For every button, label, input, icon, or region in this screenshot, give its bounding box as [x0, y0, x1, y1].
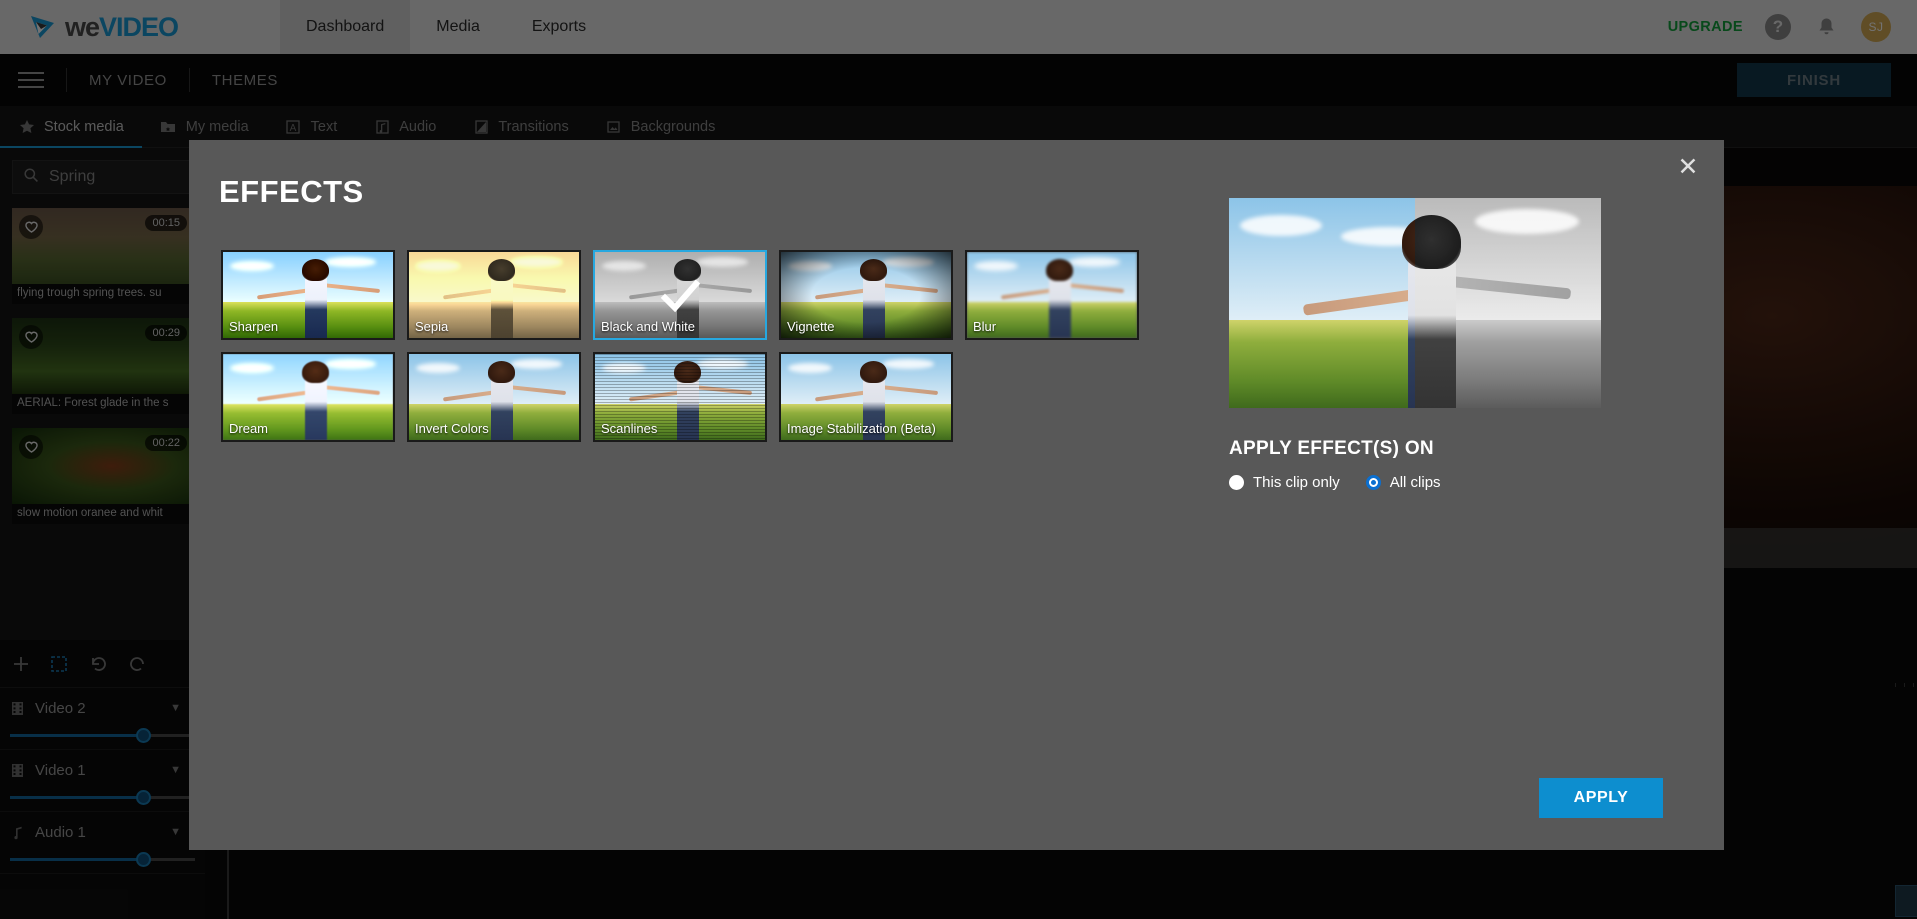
effects-modal: ✕ EFFECTS Sharpen Sepia Black and White …: [189, 140, 1724, 850]
page-title: EFFECTS: [219, 174, 364, 209]
radio-label: This clip only: [1253, 474, 1340, 491]
apply-effects-on-heading: APPLY EFFECT(S) ON: [1229, 438, 1434, 459]
radio-option-this-clip-only[interactable]: This clip only: [1229, 474, 1340, 491]
preview-effect-half: [1415, 198, 1601, 408]
effect-card-sharpen[interactable]: Sharpen: [221, 250, 395, 340]
apply-scope-radio-group: This clip only All clips: [1229, 474, 1689, 491]
effect-card-dream[interactable]: Dream: [221, 352, 395, 442]
effect-label: Scanlines: [601, 421, 658, 436]
effect-card-black-and-white[interactable]: Black and White: [593, 250, 767, 340]
effect-label: Dream: [229, 421, 269, 436]
wevideo-editor: weVIDEO Dashboard Media Exports UPGRADE …: [0, 0, 1917, 919]
radio-label: All clips: [1389, 474, 1441, 491]
effects-preview-panel: APPLY EFFECT(S) ON This clip only All cl…: [1229, 198, 1689, 491]
effect-label: Invert Colors: [415, 421, 489, 436]
radio-option-all-clips[interactable]: All clips: [1365, 474, 1441, 491]
effect-label: Image Stabilization (Beta): [787, 421, 936, 436]
effect-label: Blur: [973, 319, 997, 334]
apply-button[interactable]: APPLY: [1539, 778, 1663, 818]
effect-card-sepia[interactable]: Sepia: [407, 250, 581, 340]
preview-original-half: [1229, 198, 1415, 408]
effect-label: Sharpen: [229, 319, 279, 334]
checkmark-icon: [657, 274, 703, 320]
effect-card-blur[interactable]: Blur: [965, 250, 1139, 340]
effect-label: Sepia: [415, 319, 449, 334]
effect-card-image-stabilization[interactable]: Image Stabilization (Beta): [779, 352, 953, 442]
effect-preview-image: [1229, 198, 1601, 408]
close-icon[interactable]: ✕: [1674, 154, 1702, 182]
effect-label: Black and White: [601, 319, 695, 334]
effect-card-vignette[interactable]: Vignette: [779, 250, 953, 340]
radio-button[interactable]: [1229, 475, 1244, 490]
effect-card-scanlines[interactable]: Scanlines: [593, 352, 767, 442]
effects-grid: Sharpen Sepia Black and White Vignette B…: [221, 250, 1151, 442]
radio-button-selected[interactable]: [1365, 475, 1381, 490]
effect-card-invert-colors[interactable]: Invert Colors: [407, 352, 581, 442]
effect-label: Vignette: [787, 319, 835, 334]
